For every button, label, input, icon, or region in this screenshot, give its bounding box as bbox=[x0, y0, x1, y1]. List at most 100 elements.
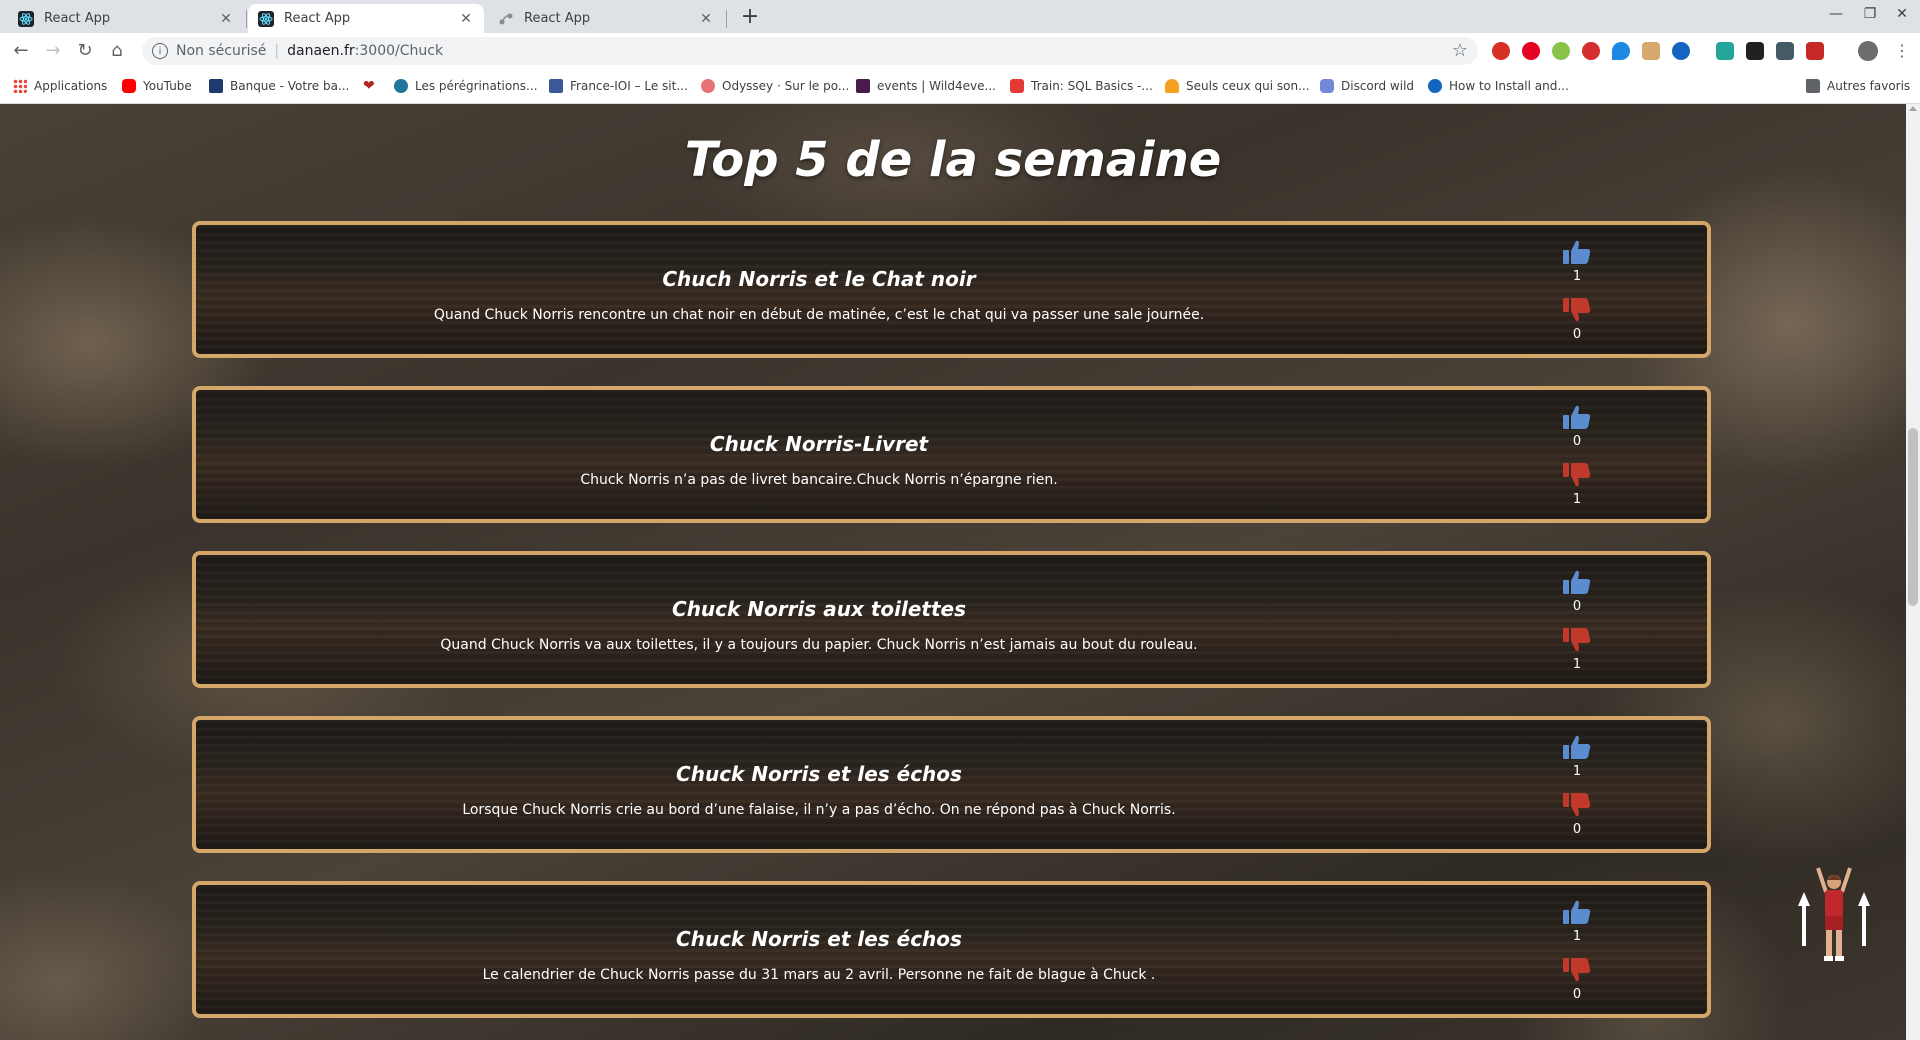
joke-card: Chuck Norris aux toilettes Quand Chuck N… bbox=[192, 551, 1711, 688]
bookmark-peregrinations[interactable]: Les pérégrinations... bbox=[394, 76, 538, 96]
extension-record-icon[interactable] bbox=[1806, 42, 1824, 60]
bookmark-label: Banque - Votre ba... bbox=[230, 79, 350, 93]
close-icon[interactable]: ✕ bbox=[698, 11, 714, 27]
discord-icon bbox=[1320, 79, 1334, 93]
extension-pinterest-icon[interactable] bbox=[1522, 42, 1540, 60]
extension-adblock-icon[interactable] bbox=[1492, 42, 1510, 60]
thumbs-up-icon[interactable] bbox=[1562, 899, 1592, 925]
security-label: Non sécurisé bbox=[176, 43, 267, 59]
bookmark-label: Les pérégrinations... bbox=[415, 79, 538, 93]
thumbs-down-icon[interactable] bbox=[1562, 627, 1592, 653]
dislikes-count: 0 bbox=[1572, 987, 1582, 1002]
bookmark-label: Train: SQL Basics -... bbox=[1031, 79, 1153, 93]
address-divider: | bbox=[274, 43, 280, 59]
franceioi-icon bbox=[549, 79, 563, 93]
forward-arrow-icon[interactable]: → bbox=[41, 39, 65, 63]
address-bar[interactable]: i Non sécurisé | danaen.fr:3000/Chuck ☆ bbox=[142, 37, 1478, 65]
new-tab-button[interactable]: + bbox=[738, 6, 762, 30]
extension-globe-icon[interactable] bbox=[1552, 42, 1570, 60]
url-path: :3000/Chuck bbox=[354, 43, 444, 59]
bookmark-heart[interactable]: ❤ bbox=[363, 76, 384, 96]
close-icon[interactable]: ✕ bbox=[218, 11, 234, 27]
tab-react-app-2[interactable]: React App ✕ bbox=[248, 4, 484, 33]
joke-text: Lorsque Chuck Norris crie au bord d’une … bbox=[462, 802, 1176, 818]
react-icon bbox=[18, 10, 34, 27]
joke-title: Chuck Norris et les échos bbox=[676, 927, 962, 951]
extension-shield-icon[interactable] bbox=[1776, 42, 1794, 60]
joke-card: Chuck Norris-Livret Chuck Norris n’a pas… bbox=[192, 386, 1711, 523]
thumbs-up-icon[interactable] bbox=[1562, 239, 1592, 265]
dislikes-count: 0 bbox=[1572, 327, 1582, 342]
joke-title: Chuch Norris et le Chat noir bbox=[662, 267, 976, 291]
bookmark-label: Odyssey · Sur le po... bbox=[722, 79, 850, 93]
bookmark-how-to-install[interactable]: How to Install and... bbox=[1428, 76, 1569, 96]
extension-counter-icon[interactable] bbox=[1582, 42, 1600, 60]
thumbs-up-icon[interactable] bbox=[1562, 404, 1592, 430]
minimize-icon[interactable]: — bbox=[1822, 6, 1850, 22]
bookmark-wild4events[interactable]: events | Wild4eve... bbox=[856, 76, 996, 96]
tab-title: React App bbox=[284, 11, 351, 26]
joke-card: Chuck Norris et les échos Lorsque Chuck … bbox=[192, 716, 1711, 853]
bookmark-seuls-ceux[interactable]: Seuls ceux qui son... bbox=[1165, 76, 1310, 96]
close-icon[interactable]: ✕ bbox=[458, 11, 474, 27]
likes-count: 0 bbox=[1572, 599, 1582, 614]
tab-title: React App bbox=[44, 11, 111, 26]
wordpress-icon bbox=[394, 79, 408, 93]
react-icon bbox=[258, 10, 274, 27]
apps-grid-icon bbox=[13, 79, 27, 93]
bookmark-label: France-IOI – Le sit... bbox=[570, 79, 688, 93]
bookmark-label: Discord wild bbox=[1341, 79, 1415, 93]
page-content: Top 5 de la semaine Chuch Norris et le C… bbox=[0, 104, 1906, 1040]
bookmark-label: events | Wild4eve... bbox=[877, 79, 996, 93]
bookmark-label: Applications bbox=[34, 79, 108, 93]
close-window-icon[interactable]: ✕ bbox=[1888, 6, 1916, 22]
page-title: Top 5 de la semaine bbox=[684, 132, 1222, 188]
bookmark-france-ioi[interactable]: France-IOI – Le sit... bbox=[549, 76, 688, 96]
scroll-to-top-chuck-button[interactable] bbox=[1798, 862, 1870, 974]
extension-drop-icon[interactable] bbox=[1612, 42, 1630, 60]
bookmark-youtube[interactable]: YouTube bbox=[122, 76, 192, 96]
bookmark-star-icon[interactable]: ☆ bbox=[1452, 40, 1468, 61]
joke-text: Chuck Norris n’a pas de livret bancaire.… bbox=[580, 472, 1058, 488]
tab-divider bbox=[246, 10, 247, 28]
tab-react-app-3[interactable]: React App ✕ bbox=[488, 4, 724, 33]
dislikes-count: 1 bbox=[1572, 492, 1582, 507]
thumbs-up-icon[interactable] bbox=[1562, 569, 1592, 595]
extension-s-icon[interactable] bbox=[1716, 42, 1734, 60]
thumbs-down-icon[interactable] bbox=[1562, 792, 1592, 818]
odyssey-icon bbox=[701, 79, 715, 93]
home-icon[interactable]: ⌂ bbox=[105, 39, 129, 63]
bookmark-label: How to Install and... bbox=[1449, 79, 1569, 93]
thumbs-down-icon[interactable] bbox=[1562, 462, 1592, 488]
thumbs-down-icon[interactable] bbox=[1562, 297, 1592, 323]
restore-icon[interactable]: ❐ bbox=[1856, 6, 1884, 22]
bookmark-label: Autres favoris bbox=[1827, 79, 1911, 93]
scrollbar-thumb[interactable] bbox=[1908, 428, 1918, 606]
bookmark-sql-basics[interactable]: Train: SQL Basics -... bbox=[1010, 76, 1153, 96]
bookmark-banque[interactable]: Banque - Votre ba... bbox=[209, 76, 349, 96]
info-icon[interactable]: i bbox=[152, 43, 168, 59]
bank-icon bbox=[209, 79, 223, 93]
back-arrow-icon[interactable]: ← bbox=[9, 39, 33, 63]
extension-github-icon[interactable] bbox=[1746, 42, 1764, 60]
scroll-up-arrow-icon[interactable] bbox=[1909, 106, 1917, 111]
extension-grid-icon[interactable] bbox=[1642, 42, 1660, 60]
thumbs-up-icon[interactable] bbox=[1562, 734, 1592, 760]
thumbs-down-icon[interactable] bbox=[1562, 957, 1592, 983]
tab-react-app-1[interactable]: React App ✕ bbox=[8, 4, 244, 33]
bookmark-autres-favoris[interactable]: Autres favoris bbox=[1806, 76, 1910, 96]
profile-avatar[interactable] bbox=[1858, 41, 1878, 61]
tab-divider bbox=[726, 10, 727, 28]
folder-icon bbox=[1806, 79, 1820, 93]
reload-icon[interactable]: ↻ bbox=[73, 39, 97, 63]
menu-dots-icon[interactable]: ⋮ bbox=[1894, 41, 1910, 60]
page-scrollbar[interactable] bbox=[1906, 104, 1920, 1040]
bookmark-odyssey[interactable]: Odyssey · Sur le po... bbox=[701, 76, 849, 96]
extension-moon-icon[interactable] bbox=[1672, 42, 1690, 60]
bookmark-applications[interactable]: Applications bbox=[13, 76, 107, 96]
bookmark-discord-wild[interactable]: Discord wild bbox=[1320, 76, 1414, 96]
heart-icon: ❤ bbox=[363, 78, 375, 94]
likes-count: 1 bbox=[1572, 929, 1582, 944]
bookmarks-bar: Applications YouTube Banque - Votre ba..… bbox=[0, 69, 1920, 104]
joke-title: Chuck Norris-Livret bbox=[709, 432, 929, 456]
